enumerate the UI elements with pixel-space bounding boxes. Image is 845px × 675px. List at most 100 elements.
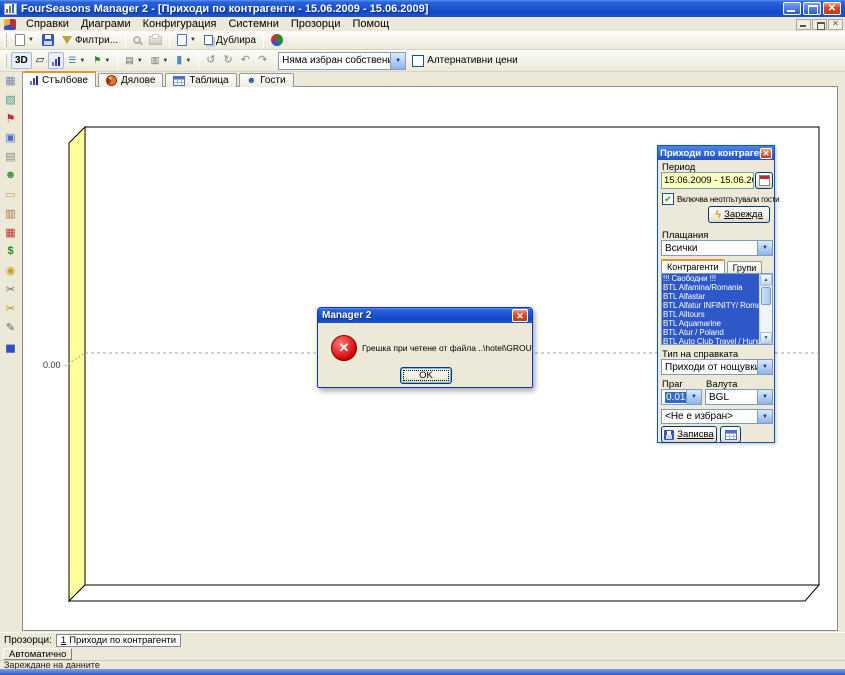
save-button[interactable] <box>38 32 58 49</box>
duplicate-label: Дублира <box>216 35 256 46</box>
report-photo-icon[interactable]: ▧ <box>3 91 19 107</box>
hotel-value: <Не е избран> <box>662 411 757 422</box>
menu-configuration[interactable]: Конфигурация <box>137 17 223 31</box>
scroll-up-icon[interactable]: ▲ <box>760 274 772 286</box>
chevron-down-icon: ▼ <box>104 58 110 64</box>
scroll-down-icon[interactable]: ▼ <box>760 332 772 344</box>
guests-icon[interactable]: ☻ <box>3 167 19 183</box>
save-report-button[interactable]: Записва <box>661 426 717 443</box>
toggle-3d-button[interactable]: 3D <box>11 52 32 69</box>
rotate-ccw-button[interactable]: ↺ <box>202 52 219 69</box>
calendar-pages-icon[interactable]: ▦ <box>3 72 19 88</box>
new-report-button[interactable]: ▼ <box>11 32 38 49</box>
chevron-down-icon: ▼ <box>137 58 143 64</box>
dialog-close-button[interactable]: ✕ <box>512 309 528 322</box>
threshold-select[interactable]: 0.01 ▼ <box>661 389 702 405</box>
scrollbar-thumb[interactable] <box>761 287 771 305</box>
rotate-cw-button[interactable]: ↻ <box>220 52 237 69</box>
price-table-icon[interactable]: ▦ <box>3 224 19 240</box>
discount-icon[interactable]: ✂ <box>3 300 19 316</box>
flag-icon[interactable]: ⚑ <box>3 110 19 126</box>
load-button[interactable]: ϟ Зарежда <box>708 206 770 223</box>
bar-style-button[interactable]: ▮▼ <box>172 52 195 69</box>
currency-select[interactable]: BGL ▼ <box>705 389 773 405</box>
statistics-button[interactable] <box>267 32 287 49</box>
menu-diagrams[interactable]: Диаграми <box>75 17 137 31</box>
include-guests-checkbox[interactable]: ✔ Включва неотпътували гости <box>662 193 779 205</box>
tab-groups[interactable]: Групи <box>727 261 763 273</box>
child-restore-button[interactable] <box>812 19 827 30</box>
counterparties-list[interactable]: !!! Свободни !!! BTL Alfamina/Romania BT… <box>661 273 773 345</box>
cash-register-icon[interactable]: ▥ <box>3 205 19 221</box>
print-button[interactable] <box>145 32 166 49</box>
calendar-button[interactable] <box>755 172 773 189</box>
menu-system[interactable]: Системни <box>222 17 284 31</box>
marks-button[interactable]: ⚑▼ <box>89 52 114 69</box>
menu-help[interactable]: Помощ <box>346 17 395 31</box>
period-date-field[interactable]: 15.06.2009 - 15.06.2009 <box>661 172 754 189</box>
dialog-title-bar[interactable]: Manager 2 ✕ <box>318 308 532 323</box>
menu-windows[interactable]: Прозорци <box>285 17 347 31</box>
alt-prices-label: Алтернативни цени <box>427 55 518 66</box>
folder-reports-icon[interactable]: ▭ <box>3 186 19 202</box>
hotel-select[interactable]: <Не е избран> ▼ <box>661 409 773 424</box>
window-report-icon[interactable]: ▣ <box>3 129 19 145</box>
alt-prices-checkbox[interactable] <box>412 55 424 67</box>
chart-icon[interactable]: ▅ <box>3 338 19 354</box>
tab-columns[interactable]: Стълбове <box>22 71 96 87</box>
child-window-icon[interactable] <box>4 19 16 30</box>
list-item[interactable]: BTL Alfastar <box>662 292 759 301</box>
close-button[interactable] <box>823 2 841 15</box>
list-item[interactable]: BTL Alltours <box>662 310 759 319</box>
spin-left-button[interactable]: ↶ <box>237 52 254 69</box>
filters-button[interactable]: Филтри... <box>58 32 122 49</box>
child-minimize-button[interactable] <box>796 19 811 30</box>
cut-rate-icon[interactable]: ✂ <box>3 281 19 297</box>
legend-button[interactable]: ☰▼ <box>64 52 89 69</box>
panel-title: Приходи по контрагенти <box>660 148 760 159</box>
list-item[interactable]: !!! Свободни !!! <box>662 274 759 283</box>
ok-button[interactable]: OK <box>400 367 452 384</box>
list-item[interactable]: BTL Auto Club Travel / Hungary <box>662 337 759 344</box>
list-item[interactable]: BTL Alfatur INFINITY/ Romania <box>662 301 759 310</box>
title-bar[interactable]: FourSeasons Manager 2 - [Приходи по конт… <box>0 0 845 17</box>
list-item[interactable]: BTL Aquamarine <box>662 319 759 328</box>
status-bar: Зареждане на данните <box>0 660 845 669</box>
restore-button[interactable] <box>803 2 821 15</box>
list-item[interactable]: BTL Alfamina/Romania <box>662 283 759 292</box>
child-close-button[interactable] <box>828 19 843 30</box>
tab-guests[interactable]: ☻ Гости <box>239 73 294 87</box>
tab-counterparties[interactable]: Контрагенти <box>661 259 725 273</box>
report-type-select[interactable]: Приходи от нощувки ▼ <box>661 359 773 375</box>
duplicate-button[interactable]: Дублира <box>200 32 260 49</box>
automatic-button[interactable]: Автоматично <box>3 648 72 660</box>
table-icon <box>173 76 185 86</box>
horizontal-grid-button[interactable]: ▤▼ <box>121 52 146 69</box>
list-item[interactable]: BTL Atur / Poland <box>662 328 759 337</box>
panel-close-button[interactable]: ✕ <box>760 148 772 159</box>
toolbar-grip[interactable] <box>4 33 7 47</box>
tab-table[interactable]: Таблица <box>165 73 236 87</box>
toolbar-grip[interactable] <box>4 54 7 68</box>
coins-icon[interactable]: ◉ <box>3 262 19 278</box>
bar-labels-button[interactable] <box>48 52 64 69</box>
document-icon[interactable]: ▤ <box>3 148 19 164</box>
menu-reports[interactable]: Справки <box>20 17 75 31</box>
dropdown-arrow-icon: ▼ <box>686 390 701 404</box>
payments-select[interactable]: Всички ▼ <box>661 240 773 256</box>
panel-title-bar[interactable]: Приходи по контрагенти ✕ <box>658 146 774 160</box>
spin-right-button[interactable]: ↷ <box>254 52 271 69</box>
list-scrollbar[interactable]: ▲ ▼ <box>759 274 772 344</box>
perspective-button[interactable]: ▱ <box>32 52 48 69</box>
dollar-icon[interactable]: $ <box>3 243 19 259</box>
owners-select[interactable]: Няма избран собственици ▼ <box>278 52 406 70</box>
tab-groups-label: Групи <box>733 263 757 273</box>
vertical-grid-button[interactable]: ▥▼ <box>147 52 172 69</box>
tab-shares[interactable]: Дялове <box>98 73 163 87</box>
minimize-button[interactable] <box>783 2 801 15</box>
edit-document-icon[interactable]: ✎ <box>3 319 19 335</box>
print-preview-button[interactable] <box>129 32 145 49</box>
export-button[interactable]: ▼ <box>173 32 200 49</box>
table-view-button[interactable] <box>720 426 741 443</box>
window-toggle-button[interactable]: 1 Приходи по контрагенти <box>56 634 181 647</box>
